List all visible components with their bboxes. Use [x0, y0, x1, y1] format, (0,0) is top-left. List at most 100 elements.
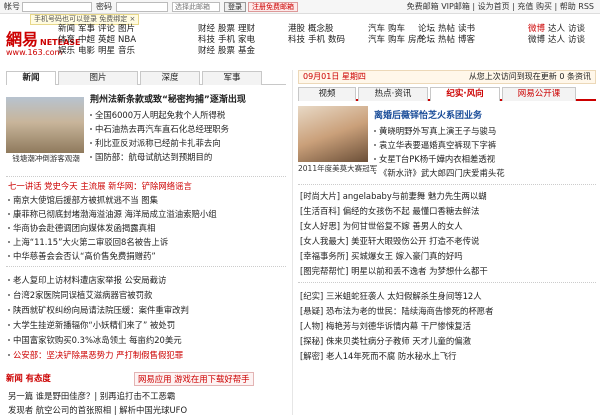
tab-documentary[interactable]: 纪实·风向: [430, 87, 500, 101]
left-tab-strip: 新闻 图片 深度 军事: [6, 71, 286, 85]
tab-photo[interactable]: 图片: [58, 71, 138, 85]
list-item[interactable]: 黄晓明野外写真上演王子与骏马: [374, 125, 496, 137]
list-item[interactable]: 公安部：坚决铲除黑恶势力 严打制假售假犯罪: [8, 349, 183, 361]
feature-photo[interactable]: [298, 106, 368, 162]
feature-photo-caption[interactable]: 2011年度美莫大赛冠军: [298, 164, 378, 174]
nav-csl[interactable]: 中超: [78, 35, 95, 45]
nav-music[interactable]: 音乐: [118, 46, 135, 56]
nav-hotpost[interactable]: 热帖: [438, 24, 455, 34]
nav-digital[interactable]: 数码: [328, 35, 345, 45]
list-item[interactable]: [悬疑] 恐布法为老的世民：陆续海商告惨死的杯愿者: [300, 305, 493, 317]
list-item[interactable]: [纪实] 三米蛆蛇狂袭人 太妇假解杀生身间等12人: [300, 290, 482, 302]
nav-finance-2[interactable]: 财经: [198, 46, 215, 56]
nav-tech[interactable]: 科技: [198, 35, 215, 45]
tab-news[interactable]: 新闻: [6, 71, 56, 85]
account-input[interactable]: [22, 2, 92, 12]
list-item[interactable]: [探秘] 侏来贝类牡病分子教师 天才儿童的偏激: [300, 335, 471, 347]
nav-movie[interactable]: 电影: [78, 46, 95, 56]
list-item[interactable]: 发现者 航空公司的首张照相 | 解析中国光球UFO: [8, 404, 187, 416]
nav-photo[interactable]: 图片: [118, 24, 135, 34]
list-item[interactable]: 华商协会赴德调团向媒体发函揭露真相: [8, 222, 155, 234]
nav-auto-2[interactable]: 汽车: [368, 35, 385, 45]
list-item[interactable]: 中石油热去再汽车直石化总经理职务: [90, 123, 229, 135]
list-item[interactable]: 袁立华表要逼婚真空裤现下字裤: [374, 139, 496, 151]
app-label[interactable]: 新闻 有态度: [6, 372, 51, 384]
nav-blog[interactable]: 博客: [458, 35, 475, 45]
tab-open-course[interactable]: 网易公开课: [502, 87, 576, 101]
list-item[interactable]: 另一篇 谁是野田佳彦？| 别再追打击不工恶霸: [8, 390, 175, 402]
password-input[interactable]: [116, 2, 168, 12]
nav-sports[interactable]: 体育: [58, 35, 75, 45]
list-item[interactable]: 老人复印上访材料遭店家举报 公安局截访: [8, 274, 166, 286]
nav-military[interactable]: 军事: [78, 24, 95, 34]
list-item[interactable]: 台湾2家医院同误植艾滋病器官被罚款: [8, 289, 152, 301]
nav-stock[interactable]: 股票: [218, 24, 235, 34]
nav-bbs-2[interactable]: 论坛: [418, 35, 435, 45]
news-photo[interactable]: [6, 97, 84, 153]
nav-hotpost-2[interactable]: 热帖: [438, 35, 455, 45]
list-item[interactable]: [生活百科] 偏经的女孩伤不起 最懂口香糖去鲜法: [300, 205, 479, 217]
nav-weibo-2[interactable]: 微博: [528, 35, 545, 45]
nav-concept[interactable]: 概念股: [308, 24, 334, 34]
list-item[interactable]: 《新水浒》武大郎四门庆爱甫头花: [374, 167, 505, 179]
nav-fund[interactable]: 基金: [238, 46, 255, 56]
tab-military[interactable]: 军事: [202, 71, 262, 85]
list-item[interactable]: [人物] 梅艳芳与刘德华诉情内幕 干尸惨悚复活: [300, 320, 471, 332]
app-download[interactable]: 网易应用 游戏在用下载好帮手: [134, 372, 254, 386]
list-item[interactable]: [女人我最大] 美亚轩大眼毁伤公开 打造不老传说: [300, 235, 479, 247]
tab-hot[interactable]: 热点·资讯: [358, 87, 428, 101]
list-item[interactable]: 大学生挂逆新播辐你“小妖精们来了” 被处罚: [8, 319, 175, 331]
list-item[interactable]: 国防部：航母试航达到预期目的: [90, 151, 212, 163]
nav-nba[interactable]: NBA: [118, 35, 136, 45]
list-item[interactable]: [时尚大片] angelababy与前妻舞 魅力先生两以蝴: [300, 190, 487, 202]
nav-tech-2[interactable]: 科技: [288, 35, 305, 45]
nav-book[interactable]: 读书: [458, 24, 475, 34]
list-item[interactable]: 利比亚反对派称已经前卡扎菲去向: [90, 137, 221, 149]
list-item[interactable]: 南京大使馆后援部方被抓就逃不当 图集: [8, 194, 158, 206]
nav-ent[interactable]: 娱乐: [58, 46, 75, 56]
date-text: 09月01日 星期四: [303, 72, 366, 81]
nav-buycar-2[interactable]: 购车: [388, 35, 405, 45]
list-item[interactable]: 康菲称已彻底封堵渤海溢油源 海洋局成立溢油索赔小组: [8, 208, 217, 220]
mailbox-select[interactable]: 选择此邮箱: [172, 2, 220, 12]
nav-interview[interactable]: 访谈: [568, 24, 585, 34]
nav-daren[interactable]: 达人: [548, 24, 565, 34]
nav-interview-2[interactable]: 访谈: [568, 35, 585, 45]
tab-video[interactable]: 视频: [298, 87, 356, 101]
register-link[interactable]: 注册免费邮箱: [248, 2, 298, 12]
nav-mobile-2[interactable]: 手机: [308, 35, 325, 45]
feature-headline[interactable]: 离婚后薇铎怡芝火系团业务: [374, 110, 482, 122]
list-item[interactable]: [图完帮帮忙] 明星以前和丢不逸者 为梦想什么都干: [300, 265, 488, 277]
list-item[interactable]: [幸福事务所] 买城爆女王 嫁入豪门真的好吗: [300, 250, 463, 262]
nav-comment[interactable]: 评论: [98, 24, 115, 34]
nav-star[interactable]: 明星: [98, 46, 115, 56]
nav-hkstock[interactable]: 港股: [288, 24, 305, 34]
nav-bbs[interactable]: 论坛: [418, 24, 435, 34]
nav-mobile[interactable]: 手机: [218, 35, 235, 45]
nav-weibo[interactable]: 微博: [528, 24, 545, 34]
list-item[interactable]: [解密] 老人14年死而不腐 防水秘水上飞行: [300, 350, 457, 362]
list-item[interactable]: 中华慈善会会否认“高价售免费捐赠药”: [8, 250, 156, 262]
hot-topics[interactable]: 七一讲话 党史今天 主流展 新华网：铲除网络谣言: [8, 180, 192, 192]
login-button[interactable]: 登录: [224, 2, 246, 12]
headline[interactable]: 荆州法新条款或致“秘密拘捕”逐渐出现: [90, 94, 246, 106]
news-photo-caption[interactable]: 钱塘潮冲倒游客观潮: [6, 154, 86, 164]
nav-auto[interactable]: 汽车: [368, 24, 385, 34]
top-links[interactable]: 免费邮箱 VIP邮箱 | 设为首页 | 充值 购买 | 帮助 RSS: [407, 2, 594, 12]
nav-stock-2[interactable]: 股票: [218, 46, 235, 56]
list-item[interactable]: 上海“11.15”大火第二审驳回8名被告上诉: [8, 236, 168, 248]
tab-depth[interactable]: 深度: [140, 71, 200, 85]
list-item[interactable]: 全国6000万人明起免救个人所得税: [90, 109, 225, 121]
nav-finance[interactable]: 财经: [198, 24, 215, 34]
list-item[interactable]: 中国富家钦购买0.3%冰岛领土 每亩约20美元: [8, 334, 182, 346]
column-divider: [292, 70, 293, 415]
list-item[interactable]: 陕西就矿权纠纷向局请法院压缓：案件重审改判: [8, 304, 189, 316]
nav-daren-2[interactable]: 达人: [548, 35, 565, 45]
nav-epl[interactable]: 英超: [98, 35, 115, 45]
list-item[interactable]: [女人好思] 为何甘世俗复不嫁 善男人的女人: [300, 220, 463, 232]
nav-news[interactable]: 新闻: [58, 24, 75, 34]
nav-appliance[interactable]: 家电: [238, 35, 255, 45]
nav-money[interactable]: 理财: [238, 24, 255, 34]
nav-buycar[interactable]: 购车: [388, 24, 405, 34]
list-item[interactable]: 女星T台PK杨千嬅内衣相差透视: [374, 153, 495, 165]
